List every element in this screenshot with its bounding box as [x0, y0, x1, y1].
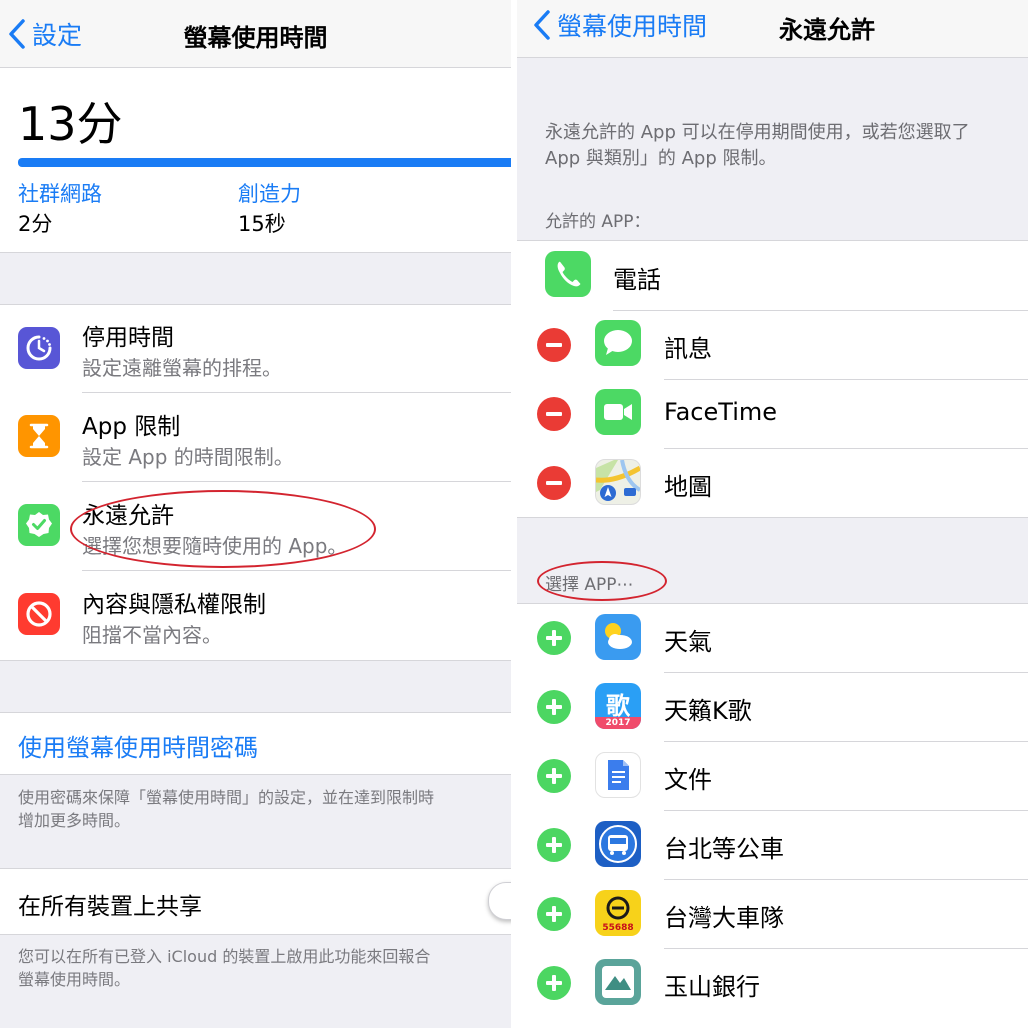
remove-button[interactable] — [537, 466, 571, 500]
app-name: 訊息 — [664, 335, 712, 363]
category-time: 2分 — [18, 212, 53, 236]
icon-glyph: 55688 — [602, 923, 634, 933]
add-button[interactable] — [537, 966, 571, 1000]
divider — [664, 810, 1028, 811]
app-name: 台灣大車隊 — [664, 904, 784, 932]
divider — [664, 672, 1028, 673]
no-entry-icon — [18, 593, 60, 635]
divider — [82, 481, 511, 482]
add-button[interactable] — [537, 828, 571, 862]
app-name: 地圖 — [664, 473, 712, 501]
passcode-footnote: 使用密碼來保障「螢幕使用時間」的設定，並在達到限制時 增加更多時間。 — [18, 786, 434, 832]
highlight-annotation — [537, 561, 667, 601]
back-label: 螢幕使用時間 — [557, 12, 708, 41]
checkmark-badge-icon — [18, 504, 60, 546]
allowed-apps-header: 允許的 APP： — [545, 212, 651, 232]
footnote-line: 增加更多時間。 — [18, 811, 131, 830]
downtime-icon — [18, 327, 60, 369]
facetime-icon — [595, 389, 641, 435]
footnote-line: 您可以在所有已登入 iCloud 的裝置上啟用此功能來回報合 — [18, 947, 431, 966]
setting-title: App 限制 — [82, 414, 181, 440]
page-title: 螢幕使用時間 — [183, 24, 328, 52]
choose-apps-list — [517, 604, 1028, 1028]
app-name: 天氣 — [664, 628, 712, 656]
divider — [0, 934, 511, 935]
divider — [517, 517, 1028, 518]
karaoke-icon: 歌 2017 — [595, 683, 641, 729]
setting-title: 內容與隱私權限制 — [82, 592, 266, 618]
setting-subtitle: 阻擋不當內容。 — [82, 623, 222, 647]
app-name: FaceTime — [664, 398, 778, 426]
intro-text: 永遠允許的 App 可以在停用期間使用，或若您選取了 App 與類別」的 App… — [545, 120, 970, 172]
divider — [664, 379, 1028, 380]
setting-subtitle: 設定遠離螢幕的排程。 — [82, 356, 282, 380]
nav-bar: 設定 螢幕使用時間 — [0, 0, 511, 68]
maps-icon — [595, 459, 641, 505]
back-button[interactable]: 螢幕使用時間 — [531, 0, 707, 50]
icon-badge: 2017 — [595, 717, 641, 729]
always-allowed-panel: 螢幕使用時間 永遠允許 永遠允許的 App 可以在停用期間使用，或若您選取了 A… — [517, 0, 1028, 1028]
add-button[interactable] — [537, 759, 571, 793]
divider — [0, 660, 511, 661]
category-name: 創造力 — [238, 182, 301, 206]
category-time: 15秒 — [238, 212, 286, 236]
share-footnote: 您可以在所有已登入 iCloud 的裝置上啟用此功能來回報合 螢幕使用時間。 — [18, 945, 430, 991]
bus-icon — [595, 821, 641, 867]
bank-icon — [595, 959, 641, 1005]
divider — [664, 741, 1028, 742]
divider — [664, 448, 1028, 449]
hourglass-icon — [18, 415, 60, 457]
add-button[interactable] — [537, 690, 571, 724]
chevron-left-icon — [531, 9, 553, 41]
app-name: 電話 — [613, 266, 661, 294]
app-name: 天籟K歌 — [664, 697, 752, 725]
divider — [0, 774, 511, 775]
intro-line: App 與類別」的 App 限制。 — [545, 148, 777, 169]
messages-icon — [595, 320, 641, 366]
divider — [664, 879, 1028, 880]
setting-subtitle: 設定 App 的時間限制。 — [82, 445, 294, 469]
nav-bar: 螢幕使用時間 永遠允許 — [517, 0, 1028, 58]
divider — [82, 570, 511, 571]
setting-title: 停用時間 — [82, 325, 174, 351]
share-label: 在所有裝置上共享 — [18, 894, 202, 920]
footnote-line: 使用密碼來保障「螢幕使用時間」的設定，並在達到限制時 — [18, 788, 435, 807]
taxi-icon: 55688 — [595, 890, 641, 936]
remove-button[interactable] — [537, 397, 571, 431]
remove-button[interactable] — [537, 328, 571, 362]
intro-line: 永遠允許的 App 可以在停用期間使用，或若您選取了 — [545, 122, 970, 143]
icon-glyph: 歌 — [606, 692, 630, 720]
screen-time-panel: 設定 螢幕使用時間 13分 社群網路 2分 創造力 15秒 停用時間 設定遠離螢… — [0, 0, 511, 1028]
page-title: 永遠允許 — [779, 16, 875, 44]
usage-bar — [18, 158, 511, 167]
add-button[interactable] — [537, 897, 571, 931]
divider — [664, 948, 1028, 949]
weather-icon — [595, 614, 641, 660]
total-usage-time: 13分 — [18, 97, 123, 151]
app-name: 玉山銀行 — [664, 973, 760, 1001]
divider — [0, 252, 511, 253]
divider — [613, 310, 1028, 311]
docs-icon — [595, 752, 641, 798]
category-name: 社群網路 — [18, 182, 102, 206]
divider — [82, 392, 511, 393]
app-name: 台北等公車 — [664, 835, 784, 863]
app-name: 文件 — [664, 766, 712, 794]
use-passcode-link[interactable]: 使用螢幕使用時間密碼 — [18, 728, 258, 763]
add-button[interactable] — [537, 621, 571, 655]
phone-icon — [545, 251, 591, 297]
highlight-annotation — [70, 490, 376, 568]
footnote-line: 螢幕使用時間。 — [18, 970, 131, 989]
